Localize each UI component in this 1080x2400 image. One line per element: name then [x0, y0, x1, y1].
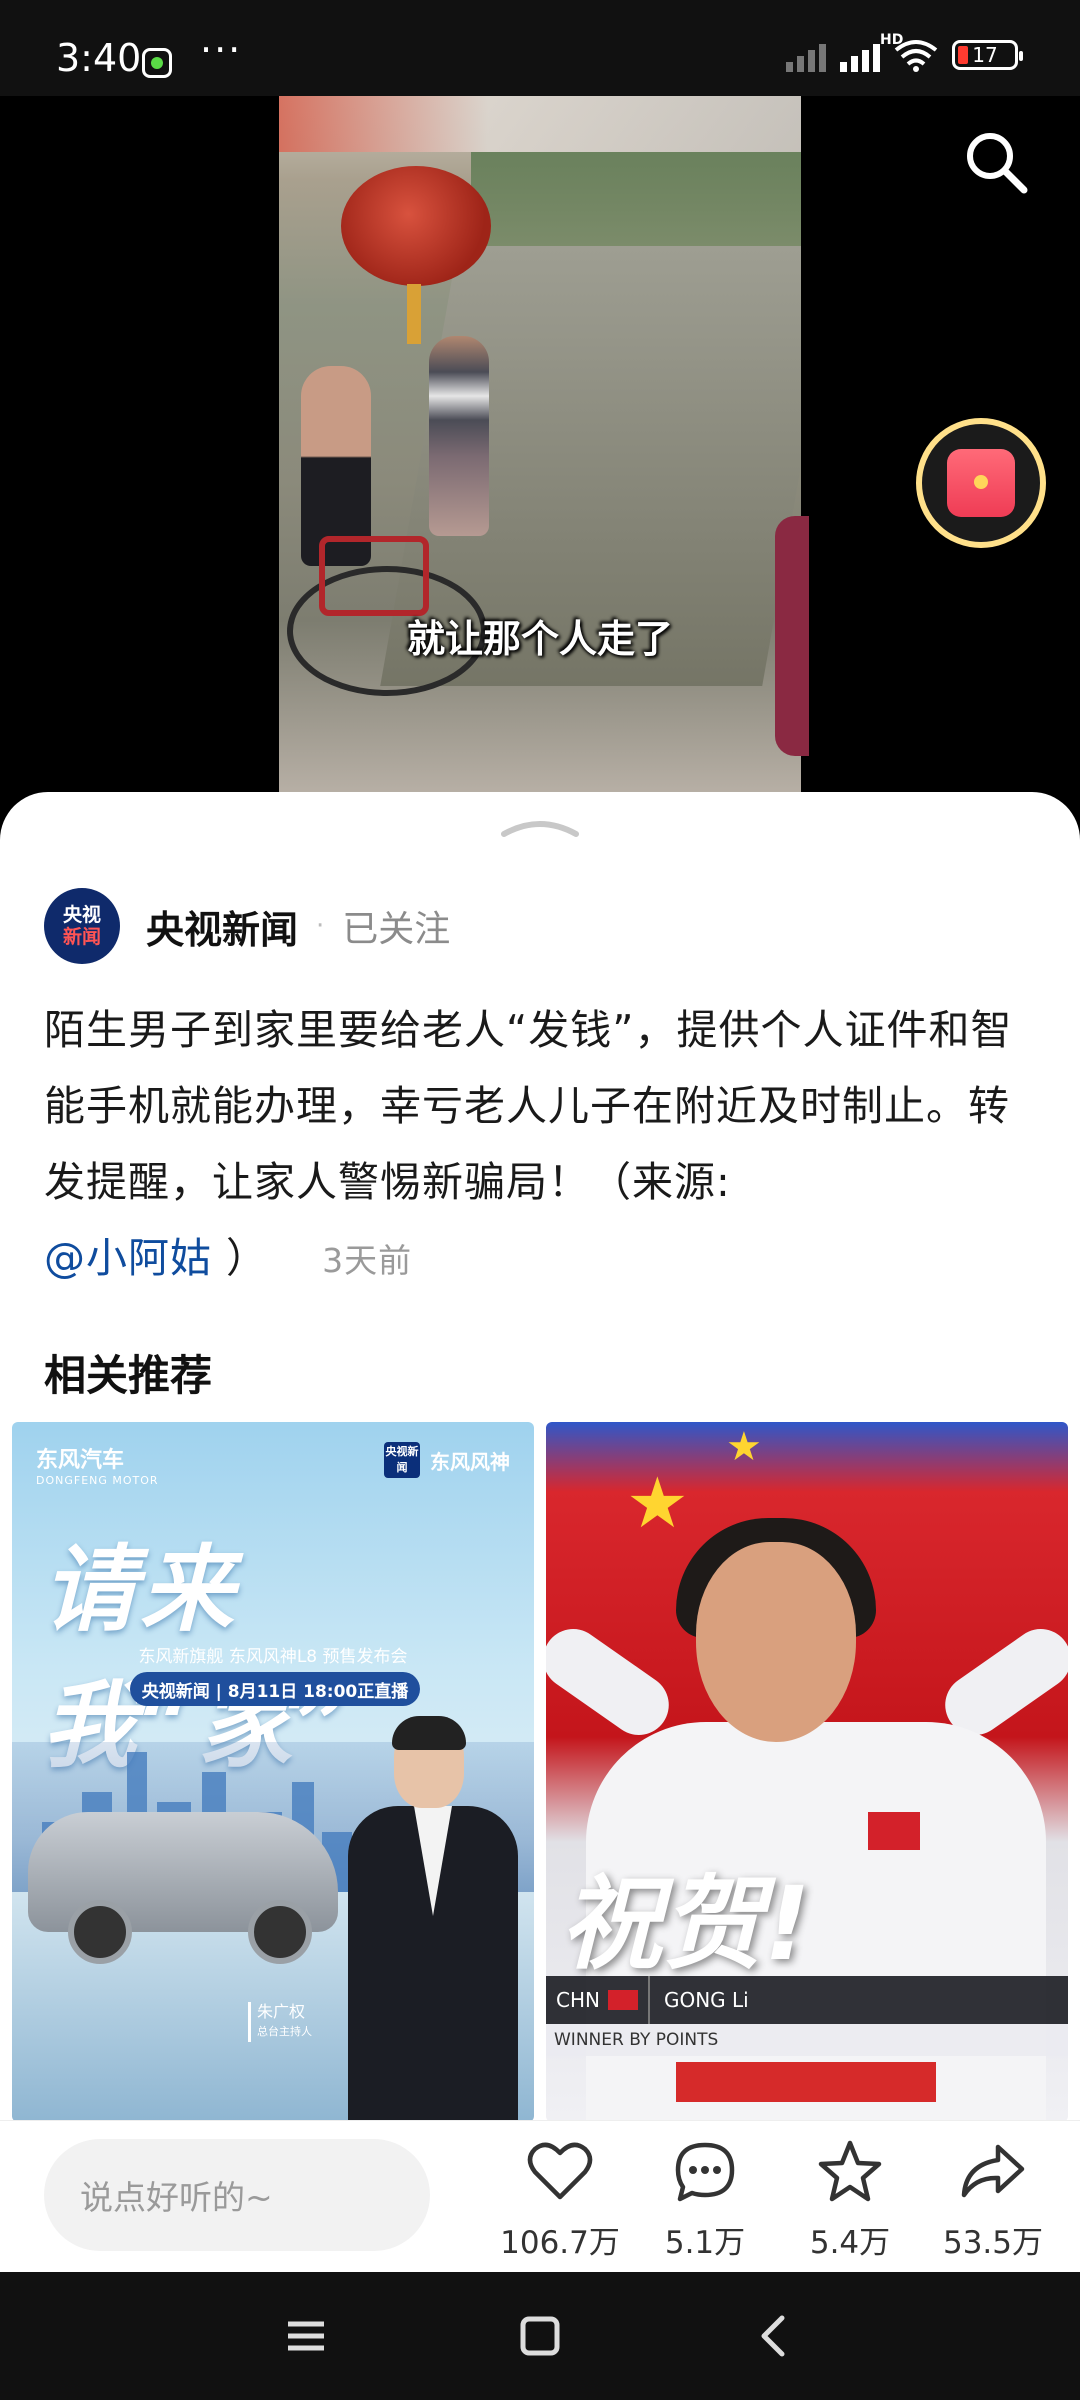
flag-star-icon: ★ — [626, 1462, 689, 1544]
battery-icon: 17 — [952, 40, 1023, 70]
post-description: 陌生男子到家里要给老人“发钱”，提供个人证件和智能手机就能办理，幸亏老人儿子在附… — [44, 1006, 1013, 1282]
favorite-button[interactable]: 5.4万 — [785, 2137, 915, 2262]
comment-icon — [675, 2142, 735, 2202]
video-player[interactable]: 就让那个人走了 — [0, 96, 1080, 796]
avatar[interactable]: 央视 新闻 — [44, 888, 120, 964]
status-bar: 3:40 ··· HD 17 — [0, 0, 1080, 96]
share-icon — [961, 2144, 1025, 2198]
search-icon[interactable] — [960, 126, 1032, 198]
result-bar: WINNER BY POINTS — [546, 2024, 1068, 2056]
flag-star-icon: ★ — [726, 1424, 762, 1470]
like-count: 106.7万 — [500, 2225, 620, 2261]
host-name-tag: 朱广权 总台主持人 — [248, 2002, 312, 2042]
wifi-icon — [894, 40, 938, 72]
china-flag-icon — [607, 1990, 638, 2010]
car-image — [28, 1812, 338, 1964]
share-count: 53.5万 — [942, 2225, 1044, 2261]
status-time: 3:40 — [56, 36, 142, 80]
video-caption: 就让那个人走了 — [406, 617, 673, 661]
flag-badge-icon — [868, 1812, 920, 1850]
heart-icon — [527, 2142, 593, 2200]
score-bar: CHN GONG Li — [546, 1976, 1068, 2024]
signal-icon: HD — [840, 32, 903, 72]
ad-live-pill: 央视新闻 | 8月11日 18:00正直播 — [130, 1672, 420, 1706]
separator: · — [316, 911, 325, 941]
follow-status-button[interactable]: 已关注 — [342, 900, 450, 952]
sheet-handle-icon[interactable] — [500, 814, 580, 838]
system-nav-bar — [0, 2272, 1080, 2400]
comment-button[interactable]: 5.1万 — [640, 2137, 770, 2262]
home-icon[interactable] — [510, 2306, 570, 2366]
author-name[interactable]: 央视新闻 — [146, 899, 298, 954]
share-button[interactable]: 53.5万 — [928, 2137, 1058, 2262]
ad-brand-left: 东风汽车 DONGFENG MOTOR — [36, 1448, 159, 1487]
like-button[interactable]: 106.7万 — [495, 2137, 625, 2262]
red-packet-icon — [947, 449, 1015, 517]
mention-link[interactable]: @小阿姑 — [44, 1234, 212, 1282]
back-icon[interactable] — [744, 2306, 804, 2366]
post-time: 3天前 — [322, 1241, 413, 1280]
recommend-title: 相关推荐 — [44, 1351, 213, 1400]
comment-input[interactable]: 说点好听的~ — [44, 2139, 430, 2251]
app-notification-icon — [142, 48, 172, 78]
author-row: 央视 新闻 央视新闻 · 已关注 — [44, 888, 450, 964]
ad-brand-right: 央视新闻 东风风神 — [384, 1442, 510, 1478]
menu-icon[interactable] — [276, 2306, 336, 2366]
signal-icon-secondary — [786, 38, 826, 72]
recommend-card-2[interactable]: ★ ★ 祝贺! CHN GONG Li WINNER BY POINTS — [546, 1422, 1068, 2122]
red-packet-button[interactable] — [916, 418, 1046, 548]
post-detail-sheet: 央视 新闻 央视新闻 · 已关注 陌生男子到家里要给老人“发钱”，提供个人证件和… — [0, 792, 1080, 2272]
cctv-news-logo: 央视新闻 — [384, 1442, 420, 1478]
status-indicators: HD 17 — [786, 32, 1023, 72]
lantern-image — [341, 166, 491, 286]
favorite-count: 5.4万 — [809, 2225, 891, 2261]
star-icon — [818, 2140, 882, 2202]
comment-count: 5.1万 — [664, 2225, 746, 2261]
recommend-card-1[interactable]: 东风汽车 DONGFENG MOTOR 央视新闻 东风风神 请来我“家” 东风新… — [12, 1422, 534, 2122]
action-bar: 说点好听的~ 106.7万 5.1万 5.4万 53.5万 — [0, 2120, 1080, 2272]
more-notifications-icon: ··· — [200, 28, 243, 72]
congrats-text: 祝贺! — [560, 1865, 811, 1984]
ad-subtitle: 东风新旗舰 东风风神L8 预售发布会 — [138, 1647, 408, 1667]
host-image — [348, 1716, 518, 2122]
video-frame[interactable]: 就让那个人走了 — [279, 96, 801, 796]
battery-level: 17 — [972, 43, 998, 67]
